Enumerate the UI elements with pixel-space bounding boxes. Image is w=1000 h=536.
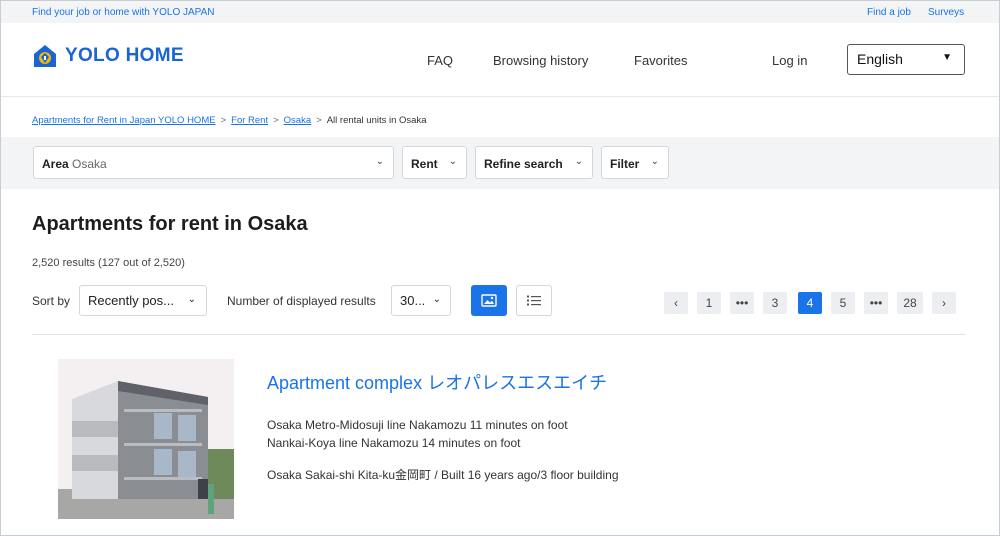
pagination-ellipsis: •••	[730, 292, 754, 314]
top-bar: Find your job or home with YOLO JAPAN Fi…	[1, 1, 999, 23]
chevron-down-icon: ⌄	[448, 156, 457, 167]
breadcrumb-osaka[interactable]: Osaka	[284, 115, 311, 126]
nav-browsing-history[interactable]: Browsing history	[493, 53, 588, 68]
area-value: Osaka	[72, 157, 107, 171]
listing-title[interactable]: Apartment complex レオパレスエスエイチ	[267, 369, 607, 395]
refine-label: Refine search	[484, 157, 563, 171]
filter-label: Filter	[610, 157, 640, 171]
rent-select[interactable]: Rent ⌄	[402, 146, 467, 179]
refine-search-select[interactable]: Refine search ⌄	[475, 146, 593, 179]
house-logo-icon	[34, 45, 56, 67]
filter-select[interactable]: Filter ⌄	[601, 146, 669, 179]
breadcrumb-separator: >	[273, 115, 279, 126]
find-job-link[interactable]: Find a job	[867, 7, 911, 18]
pagination-ellipsis: •••	[864, 292, 888, 314]
pagination-page[interactable]: 1	[697, 292, 721, 314]
divider	[32, 334, 966, 335]
pagination-current-page[interactable]: 4	[798, 292, 822, 314]
area-select[interactable]: Area Osaka ⌄	[33, 146, 394, 179]
chevron-down-icon: ⌄	[574, 156, 583, 167]
nav-faq[interactable]: FAQ	[427, 53, 453, 68]
brand-name: YOLO HOME	[65, 45, 184, 66]
listing-access-line: Nankai-Koya line Nakamozu 14 minutes on …	[267, 436, 521, 450]
listing-photo[interactable]	[58, 359, 234, 519]
image-view-button[interactable]	[471, 285, 507, 316]
logo[interactable]: YOLO HOME	[32, 43, 184, 69]
site-header: YOLO HOME FAQ Browsing history Favorites…	[1, 23, 999, 97]
breadcrumb-home[interactable]: Apartments for Rent in Japan YOLO HOME	[32, 115, 216, 126]
list-view-button[interactable]	[516, 285, 552, 316]
sort-select[interactable]: Recently pos... ⌄	[79, 285, 207, 316]
page: Find your job or home with YOLO JAPAN Fi…	[0, 0, 1000, 536]
display-count-select[interactable]: 30... ⌄	[391, 285, 451, 316]
pagination-page[interactable]: 5	[831, 292, 855, 314]
breadcrumb-current: All rental units in Osaka	[326, 115, 427, 126]
chevron-down-icon: ▼	[942, 52, 952, 63]
sort-label: Sort by	[32, 294, 71, 308]
result-count: 2,520 results (127 out of 2,520)	[32, 257, 185, 269]
chevron-down-icon: ⌄	[650, 156, 659, 167]
chevron-down-icon: ⌄	[432, 294, 441, 305]
language-value: English	[857, 51, 903, 67]
breadcrumb-for-rent[interactable]: For Rent	[231, 115, 268, 126]
pagination-page[interactable]: 3	[763, 292, 787, 314]
apartment-building-image	[58, 359, 234, 519]
surveys-link[interactable]: Surveys	[928, 7, 964, 18]
nav-log-in[interactable]: Log in	[772, 53, 807, 68]
display-count-label: Number of displayed results	[227, 294, 376, 308]
chevron-down-icon: ⌄	[187, 294, 196, 305]
pagination-next[interactable]: ›	[932, 292, 956, 314]
breadcrumb: Apartments for Rent in Japan YOLO HOME >…	[32, 115, 427, 126]
list-view-icon	[527, 295, 541, 306]
language-select[interactable]: English ▼	[847, 44, 965, 75]
pagination-prev[interactable]: ‹	[664, 292, 688, 314]
image-view-icon	[481, 294, 497, 307]
pagination-page[interactable]: 28	[897, 292, 923, 314]
tagline-link[interactable]: Find your job or home with YOLO JAPAN	[32, 7, 215, 18]
area-label: Area	[42, 157, 69, 171]
breadcrumb-separator: >	[220, 115, 227, 126]
chevron-down-icon: ⌄	[375, 156, 384, 167]
listing-access-line: Osaka Metro-Midosuji line Nakamozu 11 mi…	[267, 418, 568, 432]
rent-label: Rent	[411, 157, 438, 171]
listing-address: Osaka Sakai-shi Kita-ku金岡町 / Built 16 ye…	[267, 468, 619, 482]
page-title: Apartments for rent in Osaka	[32, 213, 308, 235]
sort-value: Recently pos...	[88, 293, 174, 308]
breadcrumb-separator: >	[316, 115, 322, 126]
filter-bar: Area Osaka ⌄ Rent ⌄ Refine search ⌄ Filt…	[1, 137, 999, 189]
nav-favorites[interactable]: Favorites	[634, 53, 687, 68]
display-count-value: 30...	[400, 293, 426, 308]
